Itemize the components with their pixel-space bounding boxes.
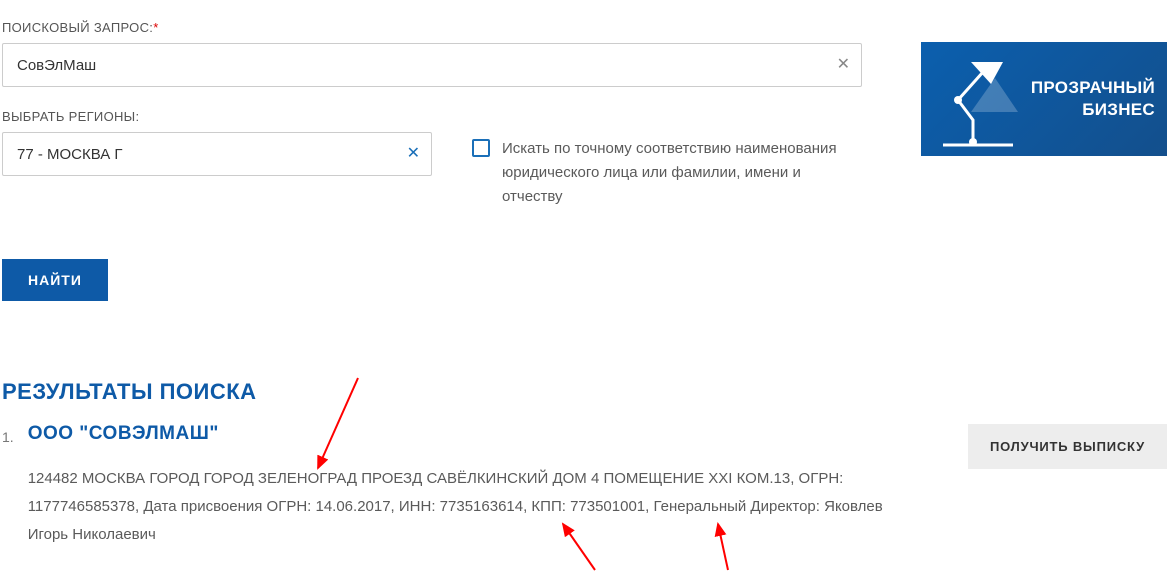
- lamp-icon: [923, 50, 1033, 150]
- required-mark: *: [153, 20, 158, 35]
- region-input[interactable]: [2, 132, 432, 176]
- get-extract-button[interactable]: ПОЛУЧИТЬ ВЫПИСКУ: [968, 424, 1167, 469]
- clear-region-icon[interactable]: ✕: [407, 146, 420, 162]
- results-heading: РЕЗУЛЬТАТЫ ПОИСКА: [2, 379, 1167, 405]
- transparent-business-banner[interactable]: ПРОЗРАЧНЫЙ БИЗНЕС: [921, 42, 1167, 156]
- query-label-text: ПОИСКОВЫЙ ЗАПРОС:: [2, 20, 153, 35]
- result-title[interactable]: ООО "СОВЭЛМАШ": [28, 423, 898, 445]
- search-form: ПОИСКОВЫЙ ЗАПРОС:* ✕ ВЫБРАТЬ РЕГИОНЫ: ✕ …: [2, 20, 862, 301]
- clear-query-icon[interactable]: ✕: [837, 57, 850, 73]
- query-label: ПОИСКОВЫЙ ЗАПРОС:*: [2, 20, 862, 35]
- exact-match-block: Искать по точному соответствию наименова…: [472, 137, 842, 209]
- exact-match-label: Искать по точному соответствию наименова…: [502, 137, 842, 209]
- result-details: 124482 МОСКВА ГОРОД ГОРОД ЗЕЛЕНОГРАД ПРО…: [28, 465, 898, 548]
- region-block: ВЫБРАТЬ РЕГИОНЫ: ✕: [2, 109, 432, 176]
- search-button[interactable]: НАЙТИ: [2, 259, 108, 301]
- banner-line1: ПРОЗРАЧНЫЙ: [1031, 78, 1155, 97]
- second-row: ВЫБРАТЬ РЕГИОНЫ: ✕ Искать по точному соо…: [2, 109, 862, 209]
- query-input-wrap: ✕: [2, 43, 862, 87]
- region-label: ВЫБРАТЬ РЕГИОНЫ:: [2, 109, 432, 124]
- result-body: ООО "СОВЭЛМАШ" 124482 МОСКВА ГОРОД ГОРОД…: [28, 423, 898, 548]
- banner-text: ПРОЗРАЧНЫЙ БИЗНЕС: [1031, 77, 1155, 121]
- banner-line2: БИЗНЕС: [1082, 100, 1155, 119]
- region-input-wrap: ✕: [2, 132, 432, 176]
- result-number: 1.: [2, 429, 14, 548]
- search-query-input[interactable]: [2, 43, 862, 87]
- exact-match-checkbox[interactable]: [472, 139, 490, 157]
